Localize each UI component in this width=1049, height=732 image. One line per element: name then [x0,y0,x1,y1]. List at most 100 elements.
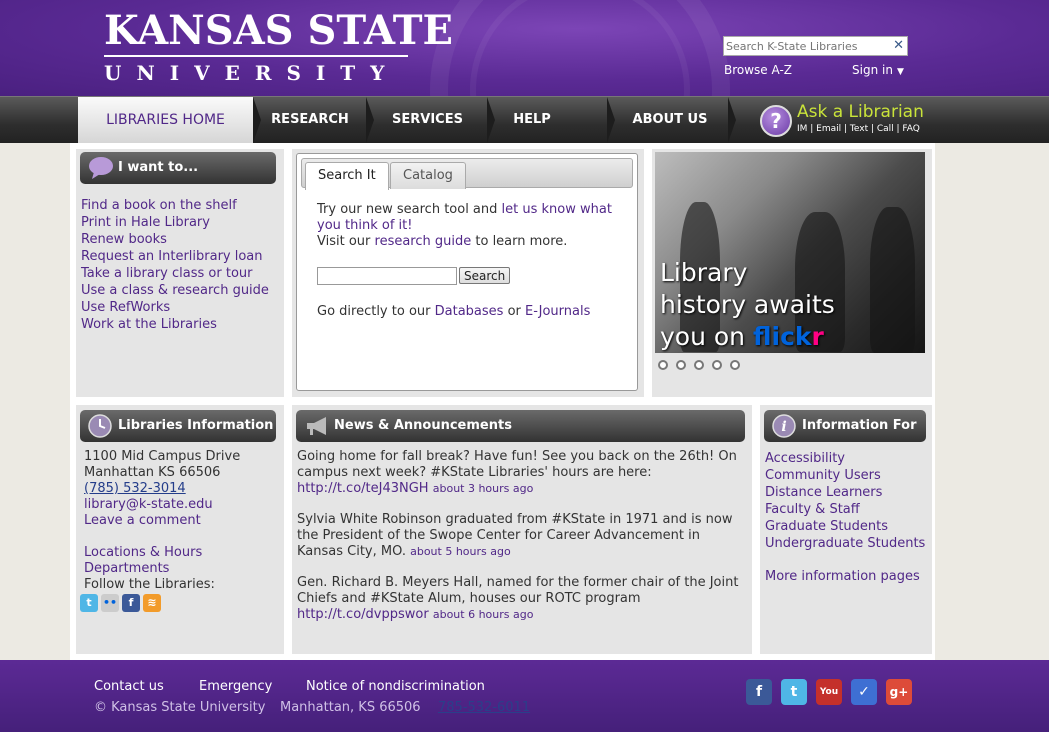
news-link[interactable]: http://t.co/teJ43NGH [297,481,429,496]
link-faculty-staff[interactable]: Faculty & Staff [765,501,925,518]
nav-help[interactable]: HELP [496,97,568,143]
news-item: Sylvia White Robinson graduated from #KS… [297,512,749,560]
clock-icon [88,414,112,438]
flickr-slide-image[interactable]: Library history awaits you on flickr [655,152,925,353]
follow-label: Follow the Libraries: [84,577,215,592]
footer-phone-link[interactable]: 785-532-6011 [438,700,530,715]
direct-links: Go directly to our Databases or E-Journa… [317,304,590,319]
news-timestamp[interactable]: about 3 hours ago [433,482,534,495]
libraries-information-panel: Libraries Information 1100 Mid Campus Dr… [76,405,284,654]
news-link[interactable]: http://t.co/dvppswor [297,607,429,622]
leave-comment-link[interactable]: Leave a comment [84,513,201,528]
facebook-icon[interactable]: f [746,679,772,705]
nav-about-us[interactable]: ABOUT US [620,97,720,143]
flickr-line-2: history awaits [660,290,835,319]
link-distance-learners[interactable]: Distance Learners [765,484,925,501]
address-line-2: Manhattan KS 66506 [84,465,221,480]
link-work-libraries[interactable]: Work at the Libraries [81,316,269,333]
nav-separator [253,97,261,143]
copyright-text: © Kansas State University [94,700,266,715]
speech-bubble-icon [89,157,113,179]
search-button[interactable]: Search [459,267,511,284]
search-it-input[interactable] [317,267,457,285]
search-panel: Search It Catalog Try our new search too… [292,149,644,397]
foursquare-icon[interactable]: ✓ [851,679,877,705]
link-community-users[interactable]: Community Users [765,467,925,484]
i-want-to-panel: I want to... Find a book on the shelf Pr… [76,149,284,397]
news-title: News & Announcements [334,418,512,433]
site-search-input[interactable] [724,37,892,55]
news-text: Going home for fall break? Have fun! See… [297,449,737,480]
site-header: KANSAS STATE UNIVERSITY ✕ Browse A-Z Sig… [0,0,1049,96]
slide-dot-3[interactable] [694,360,704,370]
slide-dot-5[interactable] [730,360,740,370]
clear-icon[interactable]: ✕ [893,38,904,53]
information-for-panel: i Information For Accessibility Communit… [760,405,932,654]
megaphone-icon [307,417,326,435]
contact-us-link[interactable]: Contact us [94,679,164,694]
libraries-information-title: Libraries Information [118,418,274,433]
phone-link[interactable]: (785) 532-3014 [84,481,186,496]
link-more-information[interactable]: More information pages [765,568,925,585]
information-for-header: i Information For [764,410,926,442]
ejournals-link[interactable]: E-Journals [525,304,590,319]
emergency-link[interactable]: Emergency [199,679,272,694]
link-interlibrary-loan[interactable]: Request an Interlibrary loan [81,248,269,265]
link-refworks[interactable]: Use RefWorks [81,299,269,316]
nav-separator [728,97,736,143]
databases-link[interactable]: Databases [435,304,504,319]
link-graduate-students[interactable]: Graduate Students [765,518,925,535]
youtube-icon[interactable]: You [816,679,842,705]
news-timestamp[interactable]: about 5 hours ago [410,545,511,558]
search-intro-text: Try our new search tool and [317,202,502,217]
link-accessibility[interactable]: Accessibility [765,450,925,467]
flickr-logo-b: r [811,322,824,351]
main-content: I want to... Find a book on the shelf Pr… [70,143,935,660]
link-research-guide[interactable]: Use a class & research guide [81,282,269,299]
news-text: Sylvia White Robinson graduated from #KS… [297,512,733,559]
link-undergraduate-students[interactable]: Undergraduate Students [765,535,925,552]
link-library-class[interactable]: Take a library class or tour [81,265,269,282]
facebook-icon[interactable]: f [122,594,140,612]
tab-catalog[interactable]: Catalog [390,162,466,189]
flickr-icon[interactable]: •• [101,594,119,612]
twitter-icon[interactable]: t [781,679,807,705]
link-find-book[interactable]: Find a book on the shelf [81,197,269,214]
libraries-information-header: Libraries Information [80,410,276,442]
locations-hours-link[interactable]: Locations & Hours [84,545,202,560]
slide-dot-4[interactable] [712,360,722,370]
browse-az-link[interactable]: Browse A-Z [724,63,792,77]
search-tabs: Search It Catalog [301,158,633,190]
slide-dot-1[interactable] [658,360,668,370]
i-want-to-title: I want to... [118,160,199,175]
nav-libraries-home[interactable]: LIBRARIES HOME [78,97,253,143]
nondiscrimination-link[interactable]: Notice of nondiscrimination [306,679,485,694]
nav-separator [607,97,615,143]
departments-link[interactable]: Departments [84,561,169,576]
email-link[interactable]: library@k-state.edu [84,497,213,512]
link-renew-books[interactable]: Renew books [81,231,269,248]
footer-city: Manhattan, KS 66506 [280,700,421,715]
news-timestamp[interactable]: about 6 hours ago [433,608,534,621]
nav-separator [487,97,495,143]
logo-university: UNIVERSITY [104,61,400,85]
nav-research[interactable]: RESEARCH [262,97,358,143]
news-header: News & Announcements [296,410,745,442]
rss-icon[interactable]: ≋ [143,594,161,612]
svg-text:i: i [781,419,786,435]
google-plus-icon[interactable]: g+ [886,679,912,705]
logo-kansas-state: KANSAS STATE [104,7,454,54]
kstate-logo[interactable]: KANSAS STATE UNIVERSITY [104,10,453,84]
nav-services[interactable]: SERVICES [375,97,480,143]
tab-search-it[interactable]: Search It [305,162,389,190]
site-search: ✕ [723,36,908,56]
sign-in-label: Sign in [852,63,893,77]
site-footer: Contact us Emergency Notice of nondiscri… [0,660,1049,732]
news-item: Gen. Richard B. Meyers Hall, named for t… [297,575,749,623]
link-print-hale[interactable]: Print in Hale Library [81,214,269,231]
twitter-icon[interactable]: t [80,594,98,612]
research-guide-link[interactable]: research guide [375,234,472,249]
info-icon: i [772,414,796,438]
slide-dot-2[interactable] [676,360,686,370]
sign-in-link[interactable]: Sign in ▼ [852,63,904,77]
